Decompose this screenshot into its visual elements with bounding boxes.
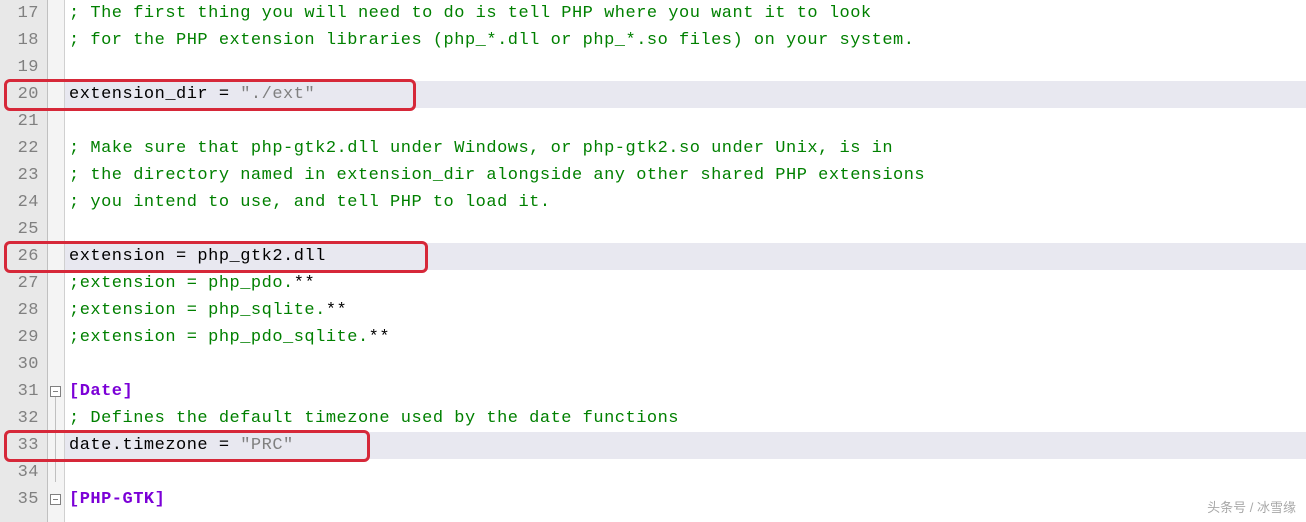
code-token: = <box>219 85 230 104</box>
line-number: 19 <box>0 54 39 81</box>
fold-toggle-icon[interactable] <box>50 494 61 505</box>
code-line[interactable]: ; Defines the default timezone used by t… <box>65 405 1306 432</box>
line-number: 30 <box>0 351 39 378</box>
code-token <box>230 85 241 104</box>
code-token: extension <box>69 247 176 266</box>
line-number: 35 <box>0 486 39 513</box>
code-token: ;extension = php_sqlite. <box>69 301 326 320</box>
code-token: ;extension = php_pdo_sqlite. <box>69 328 369 347</box>
code-line[interactable]: ;extension = php_pdo_sqlite.** <box>65 324 1306 351</box>
code-token: ** <box>369 328 390 347</box>
code-token: ; you intend to use, and tell PHP to loa… <box>69 193 551 212</box>
code-token: "./ext" <box>240 85 315 104</box>
code-line[interactable]: [PHP-GTK] <box>65 486 1306 513</box>
code-token: ; Make sure that php-gtk2.dll under Wind… <box>69 139 893 158</box>
code-token: = <box>176 247 187 266</box>
code-area[interactable]: ; The first thing you will need to do is… <box>65 0 1306 522</box>
code-token: ; the directory named in extension_dir a… <box>69 166 925 185</box>
line-number: 18 <box>0 27 39 54</box>
line-number: 34 <box>0 459 39 486</box>
code-line[interactable]: date.timezone = "PRC" <box>65 432 1306 459</box>
code-line[interactable] <box>65 351 1306 378</box>
code-token: date.timezone <box>69 436 219 455</box>
code-token: [PHP-GTK] <box>69 490 165 509</box>
line-number: 25 <box>0 216 39 243</box>
code-line[interactable]: extension_dir = "./ext" <box>65 81 1306 108</box>
code-token: php_gtk2.dll <box>187 247 326 266</box>
line-number: 29 <box>0 324 39 351</box>
code-token: ; for the PHP extension libraries (php_*… <box>69 31 914 50</box>
code-token <box>230 436 241 455</box>
line-number: 27 <box>0 270 39 297</box>
code-line[interactable]: ; you intend to use, and tell PHP to loa… <box>65 189 1306 216</box>
code-line[interactable]: ; the directory named in extension_dir a… <box>65 162 1306 189</box>
code-token: = <box>219 436 230 455</box>
code-token: ; The first thing you will need to do is… <box>69 4 872 23</box>
line-number: 22 <box>0 135 39 162</box>
code-line[interactable]: ; Make sure that php-gtk2.dll under Wind… <box>65 135 1306 162</box>
line-number: 26 <box>0 243 39 270</box>
code-line[interactable]: [Date] <box>65 378 1306 405</box>
code-token: [Date] <box>69 382 133 401</box>
line-number: 33 <box>0 432 39 459</box>
code-token: ; Defines the default timezone used by t… <box>69 409 679 428</box>
code-line[interactable]: extension = php_gtk2.dll <box>65 243 1306 270</box>
line-number: 28 <box>0 297 39 324</box>
code-editor: 17181920212223242526272829303132333435 ;… <box>0 0 1306 522</box>
code-line[interactable]: ; The first thing you will need to do is… <box>65 0 1306 27</box>
code-line[interactable]: ;extension = php_pdo.** <box>65 270 1306 297</box>
code-line[interactable]: ;extension = php_sqlite.** <box>65 297 1306 324</box>
code-token: ;extension = php_pdo. <box>69 274 294 293</box>
watermark-text: 头条号 / 冰雪缘 <box>1207 497 1296 516</box>
code-line[interactable] <box>65 108 1306 135</box>
code-line[interactable] <box>65 216 1306 243</box>
line-number: 31 <box>0 378 39 405</box>
code-token: ** <box>294 274 315 293</box>
code-token: "PRC" <box>240 436 294 455</box>
fold-toggle-icon[interactable] <box>50 386 61 397</box>
line-number-gutter: 17181920212223242526272829303132333435 <box>0 0 48 522</box>
line-number: 17 <box>0 0 39 27</box>
line-number: 24 <box>0 189 39 216</box>
code-token: extension_dir <box>69 85 219 104</box>
code-line[interactable] <box>65 459 1306 486</box>
code-line[interactable]: ; for the PHP extension libraries (php_*… <box>65 27 1306 54</box>
code-line[interactable] <box>65 54 1306 81</box>
code-token: ** <box>326 301 347 320</box>
line-number: 23 <box>0 162 39 189</box>
fold-column <box>48 0 65 522</box>
line-number: 32 <box>0 405 39 432</box>
line-number: 20 <box>0 81 39 108</box>
line-number: 21 <box>0 108 39 135</box>
